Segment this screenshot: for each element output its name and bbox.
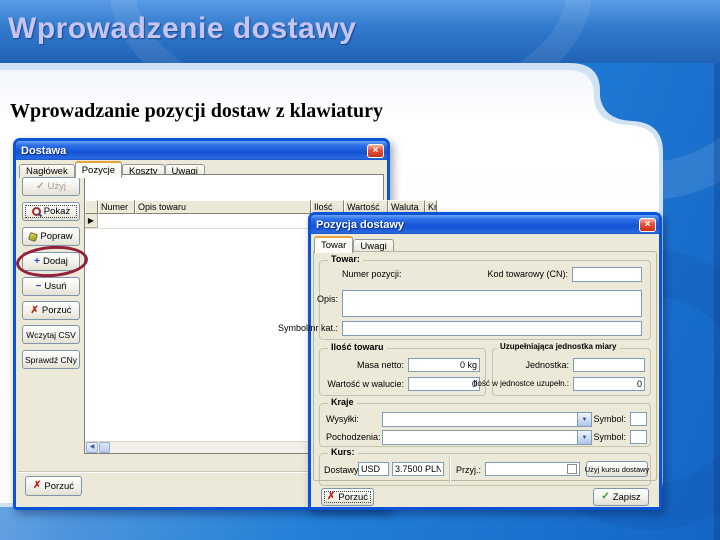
wysylki-label: Wysyłki:: [326, 414, 359, 424]
chevron-down-icon[interactable]: ▼: [577, 413, 591, 426]
towar-group: Towar: Numer pozycji: Kod towarowy (CN):…: [278, 254, 651, 340]
tab-naglowek[interactable]: Nagłówek: [19, 164, 75, 178]
zapisz-button[interactable]: ✓ Zapisz: [593, 488, 649, 506]
kurs-group: Kurs: Dostawy: Przyj.: Użyj kursu dostaw…: [319, 447, 651, 486]
tab-pozycje[interactable]: Pozycje: [74, 161, 122, 178]
button-label: Porzuć: [338, 491, 368, 503]
pokaz-button[interactable]: Pokaż: [22, 202, 80, 221]
pozycja-titlebar[interactable]: Pozycja dostawy ×: [311, 215, 659, 234]
masa-netto-label: Masa netto:: [356, 360, 404, 370]
kod-towarowy-input[interactable]: [572, 267, 642, 282]
przyj-label: Przyj.:: [456, 465, 482, 475]
button-label: Popraw: [40, 231, 73, 242]
button-label: Użyj: [47, 181, 66, 192]
button-label: Sprawdź CNy: [25, 354, 77, 365]
pochodzenia-combobox[interactable]: ▼: [382, 430, 592, 445]
slide-subtitle: Wprowadzanie pozycji dostaw z klawiatury: [10, 100, 383, 122]
symbol-nr-kat-input[interactable]: [342, 321, 642, 336]
dostawa-titlebar[interactable]: Dostawa ×: [16, 141, 387, 160]
chevron-down-icon[interactable]: ▼: [577, 431, 591, 444]
ilosc-jednostce-input[interactable]: [573, 377, 645, 391]
pozycja-body: Towar Uwagi Towar: Numer pozycji: Kod to…: [278, 234, 659, 507]
tab-towar[interactable]: Towar: [314, 236, 354, 253]
group-caption: Uzupełniająca jednostka miary: [497, 342, 620, 351]
window-title: Pozycja dostawy: [316, 218, 405, 231]
ilosc-jednostce-label: Ilość w jednostce uzupełn.:: [473, 379, 569, 388]
close-icon[interactable]: ×: [639, 217, 656, 232]
opis-textarea[interactable]: [342, 290, 642, 317]
button-label: Pokaż: [43, 206, 71, 217]
scrollbar-thumb[interactable]: [99, 442, 110, 453]
group-caption: Ilość towaru: [328, 342, 387, 352]
plus-icon: +: [34, 255, 40, 267]
button-label: Usuń: [44, 281, 67, 292]
x-icon: ✗: [33, 480, 42, 491]
uzyj-button[interactable]: ✓ Użyj: [22, 177, 80, 196]
scroll-left-icon[interactable]: ◀: [86, 442, 98, 453]
x-icon: ✗: [30, 304, 39, 316]
check-icon: ✓: [36, 180, 45, 192]
group-caption: Kurs:: [328, 447, 358, 457]
column-header-numer[interactable]: Numer: [98, 200, 135, 214]
pochodzenia-label: Pochodzenia:: [326, 432, 381, 442]
jednostka-miary-group: Uzupełniająca jednostka miary Jednostka:…: [473, 342, 651, 396]
wartosc-walucie-label: Wartość w walucie:: [327, 379, 404, 389]
kurs-przyjecia-input[interactable]: [485, 462, 580, 476]
numer-pozycji-label: Numer pozycji:: [342, 269, 402, 279]
usun-button[interactable]: − Usuń: [22, 277, 80, 296]
group-caption: Towar:: [328, 254, 363, 264]
minus-icon: −: [35, 280, 42, 292]
kraje-group: Kraje Wysyłki: ▼ Symbol: Pochodzenia: ▼ …: [319, 397, 651, 447]
porzuc-button[interactable]: ✗ Porzuć: [22, 301, 80, 320]
wysylki-combobox[interactable]: ▼: [382, 412, 592, 427]
check-icon: ✓: [601, 491, 610, 502]
kurs-checkbox[interactable]: [567, 464, 577, 474]
porzuc-dialog-button[interactable]: ✗ Porzuć: [321, 488, 374, 506]
symbol-label: Symbol:: [593, 414, 626, 424]
button-label: Zapisz: [612, 491, 641, 503]
wartosc-walucie-input[interactable]: [408, 377, 480, 391]
magnifier-icon: [31, 207, 41, 216]
dodaj-button[interactable]: + Dodaj: [22, 252, 80, 271]
button-label: Użyj kursu dostawy: [584, 464, 650, 474]
column-header-selector: [85, 200, 98, 214]
ilosc-towaru-group: Ilość towaru Masa netto: Wartość w waluc…: [319, 342, 486, 396]
edit-icon: [28, 231, 39, 242]
button-label: Porzuć: [44, 480, 74, 492]
jednostka-label: Jednostka:: [525, 360, 569, 370]
opis-label: Opis:: [316, 294, 338, 304]
wczytaj-csv-button[interactable]: Wczytaj CSV: [22, 325, 80, 344]
button-label: Wczytaj CSV: [26, 329, 76, 340]
kurs-dostawy-label: Dostawy:: [324, 465, 362, 475]
column-header-opis[interactable]: Opis towaru: [135, 200, 311, 214]
symbol-wysylki-input[interactable]: [630, 412, 647, 426]
button-label: Dodaj: [43, 256, 68, 267]
divider: [449, 457, 451, 483]
pozycja-dostawy-dialog: Pozycja dostawy × Towar Uwagi Towar: Num…: [278, 212, 662, 510]
x-icon: ✗: [327, 491, 336, 502]
jednostka-input[interactable]: [573, 358, 645, 372]
close-icon[interactable]: ×: [367, 143, 384, 158]
slide: { "slide": { "title": "Wprowadzenie dost…: [0, 0, 720, 540]
row-marker-icon: ▶: [85, 214, 98, 228]
porzuc-footer-button[interactable]: ✗ Porzuć: [25, 476, 82, 496]
uzyj-kursu-dostawy-button[interactable]: Użyj kursu dostawy: [584, 461, 650, 477]
popraw-button[interactable]: Popraw: [22, 227, 80, 246]
masa-netto-input[interactable]: [408, 358, 480, 372]
button-label: Porzuć: [41, 305, 72, 316]
symbol-nr-kat-label: Symbol/nr kat.:: [277, 323, 338, 333]
symbol-pochodzenia-input[interactable]: [630, 430, 647, 444]
sprawdz-cny-button[interactable]: Sprawdź CNy: [22, 350, 80, 369]
symbol-label: Symbol:: [593, 432, 626, 442]
kod-towarowy-label: Kod towarowy (CN):: [487, 269, 568, 279]
kurs-wartosc-input[interactable]: [392, 462, 444, 476]
waluta-input[interactable]: [358, 462, 389, 476]
window-title: Dostawa: [21, 144, 67, 157]
group-caption: Kraje: [328, 397, 357, 407]
